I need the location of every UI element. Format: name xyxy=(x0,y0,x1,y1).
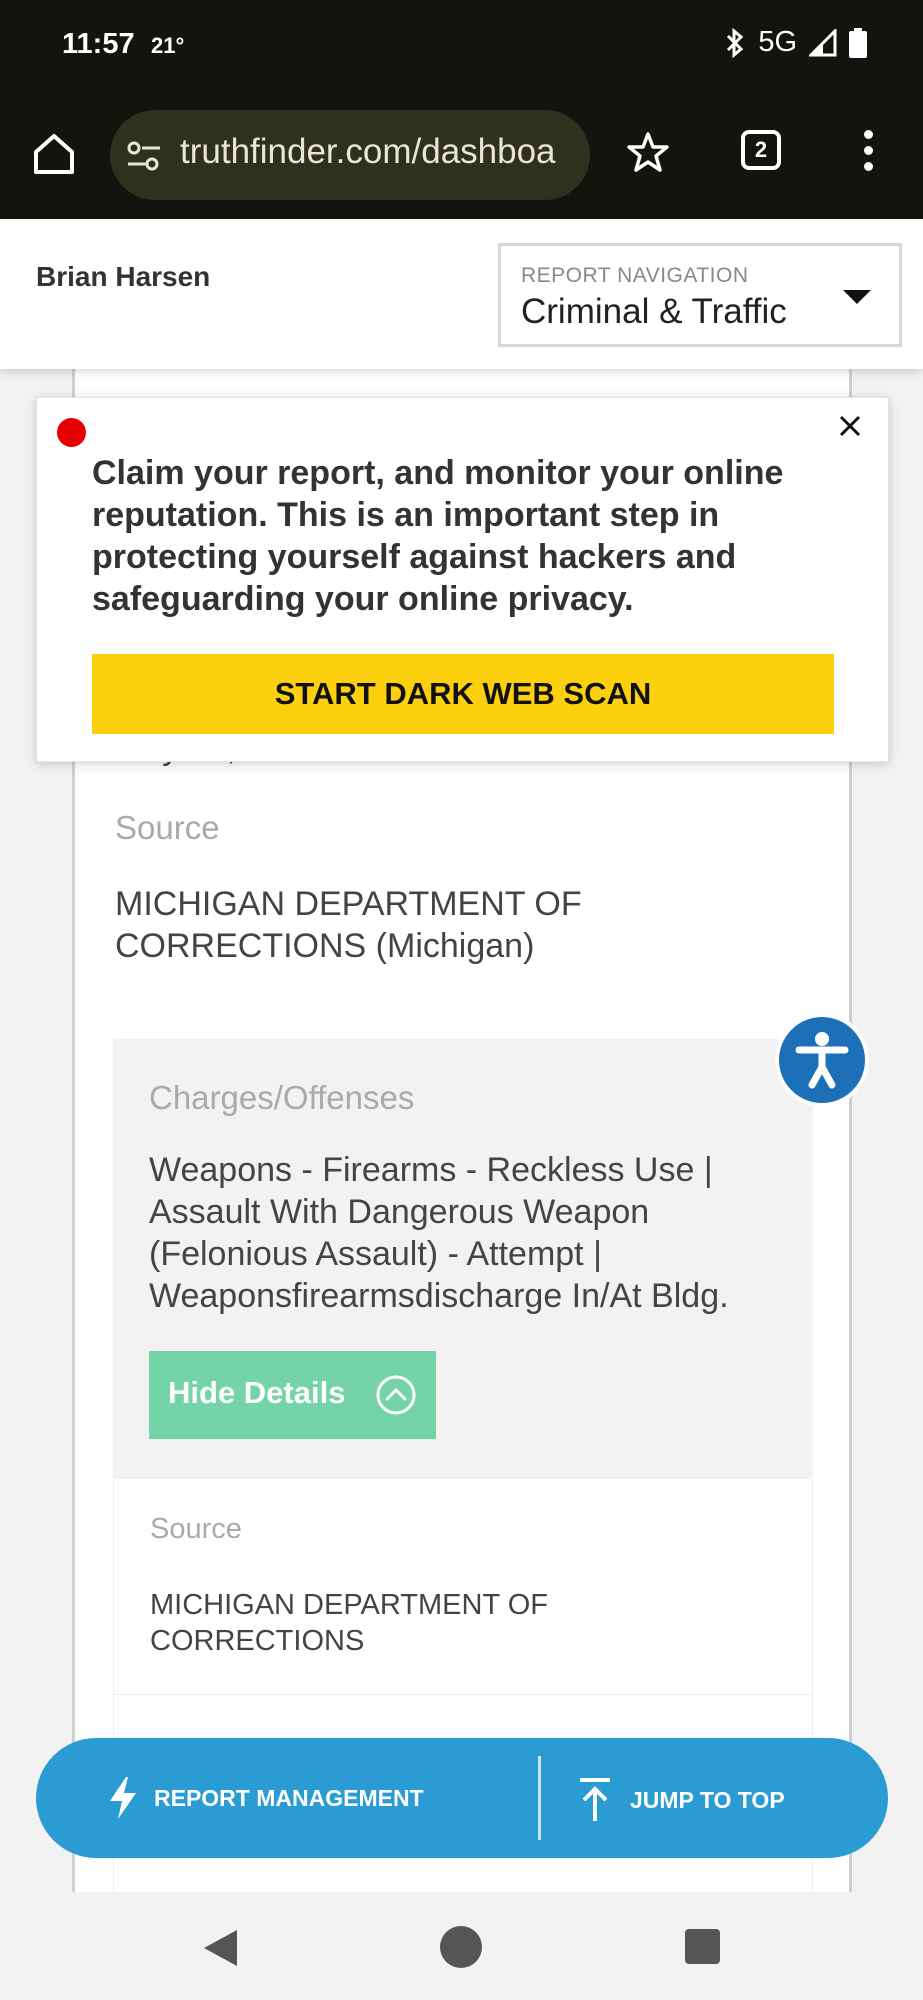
home-circle-icon[interactable] xyxy=(440,1926,482,1968)
back-icon[interactable] xyxy=(201,1928,241,1968)
report-navigation-value: Criminal & Traffic xyxy=(521,292,787,331)
report-navigation-dropdown[interactable]: REPORT NAVIGATION Criminal & Traffic xyxy=(498,243,902,347)
detail-source-value: MICHIGAN DEPARTMENT OF CORRECTIONS xyxy=(150,1589,548,1657)
site-settings-icon[interactable] xyxy=(124,136,164,176)
status-time: 11:57 xyxy=(62,28,135,60)
alert-dot-icon xyxy=(57,418,86,447)
action-divider xyxy=(538,1756,541,1840)
lightning-icon xyxy=(110,1777,136,1819)
charges-label: Charges/Offenses xyxy=(149,1079,415,1116)
system-navigation-bar xyxy=(0,1892,923,2000)
bluetooth-icon xyxy=(727,27,744,58)
dark-web-scan-popup: Claim your report, and monitor your onli… xyxy=(36,397,889,762)
hide-details-button[interactable]: Hide Details xyxy=(149,1351,436,1439)
recent-apps-icon[interactable] xyxy=(685,1929,720,1964)
address-bar[interactable]: truthfinder.com/dashboa xyxy=(110,110,590,200)
detail-row: Source MICHIGAN DEPARTMENT OF CORRECTION… xyxy=(113,1479,813,1695)
overflow-menu-icon[interactable] xyxy=(856,130,880,176)
detail-source-label: Source xyxy=(150,1513,242,1545)
jump-to-top-button[interactable]: JUMP TO TOP xyxy=(576,1776,785,1824)
tab-switcher-button[interactable]: 2 xyxy=(741,130,781,170)
report-navigation-label: REPORT NAVIGATION xyxy=(521,264,749,287)
report-management-button[interactable]: REPORT MANAGEMENT xyxy=(106,1774,424,1822)
browser-toolbar: truthfinder.com/dashboa 2 xyxy=(0,92,923,219)
url-text: truthfinder.com/dashboa xyxy=(180,132,556,171)
report-subject-name: Brian Harsen xyxy=(36,261,211,292)
accessibility-icon xyxy=(795,1032,849,1089)
report-action-bar: REPORT MANAGEMENT JUMP TO TOP xyxy=(36,1738,888,1858)
source-label: Source xyxy=(115,809,220,846)
charges-value: Weapons - Firearms - Reckless Use | Assa… xyxy=(149,1151,729,1315)
battery-icon xyxy=(849,27,867,58)
status-temperature: 21° xyxy=(151,33,185,58)
start-dark-web-scan-button[interactable]: START DARK WEB SCAN xyxy=(92,654,834,734)
accessibility-button[interactable] xyxy=(775,1013,869,1107)
hide-details-label: Hide Details xyxy=(168,1375,346,1410)
status-indicators: 5G xyxy=(724,26,867,59)
charges-section: Charges/Offenses Weapons - Firearms - Re… xyxy=(113,1039,813,1479)
close-icon[interactable] xyxy=(834,410,866,442)
home-icon[interactable] xyxy=(30,130,78,178)
report-management-label: REPORT MANAGEMENT xyxy=(154,1784,424,1811)
network-type: 5G xyxy=(758,26,797,58)
bookmark-star-icon[interactable] xyxy=(626,130,670,174)
signal-icon xyxy=(809,28,837,56)
status-bar: 11:57 21° 5G xyxy=(0,0,923,92)
chevron-up-circle-icon xyxy=(376,1375,416,1415)
arrow-up-icon xyxy=(580,1778,610,1821)
report-header: Brian Harsen REPORT NAVIGATION Criminal … xyxy=(0,219,923,369)
popup-message: Claim your report, and monitor your onli… xyxy=(92,454,784,618)
source-value: MICHIGAN DEPARTMENT OF CORRECTIONS (Mich… xyxy=(115,885,582,965)
caret-down-icon xyxy=(843,290,871,304)
jump-to-top-label: JUMP TO TOP xyxy=(630,1786,785,1813)
